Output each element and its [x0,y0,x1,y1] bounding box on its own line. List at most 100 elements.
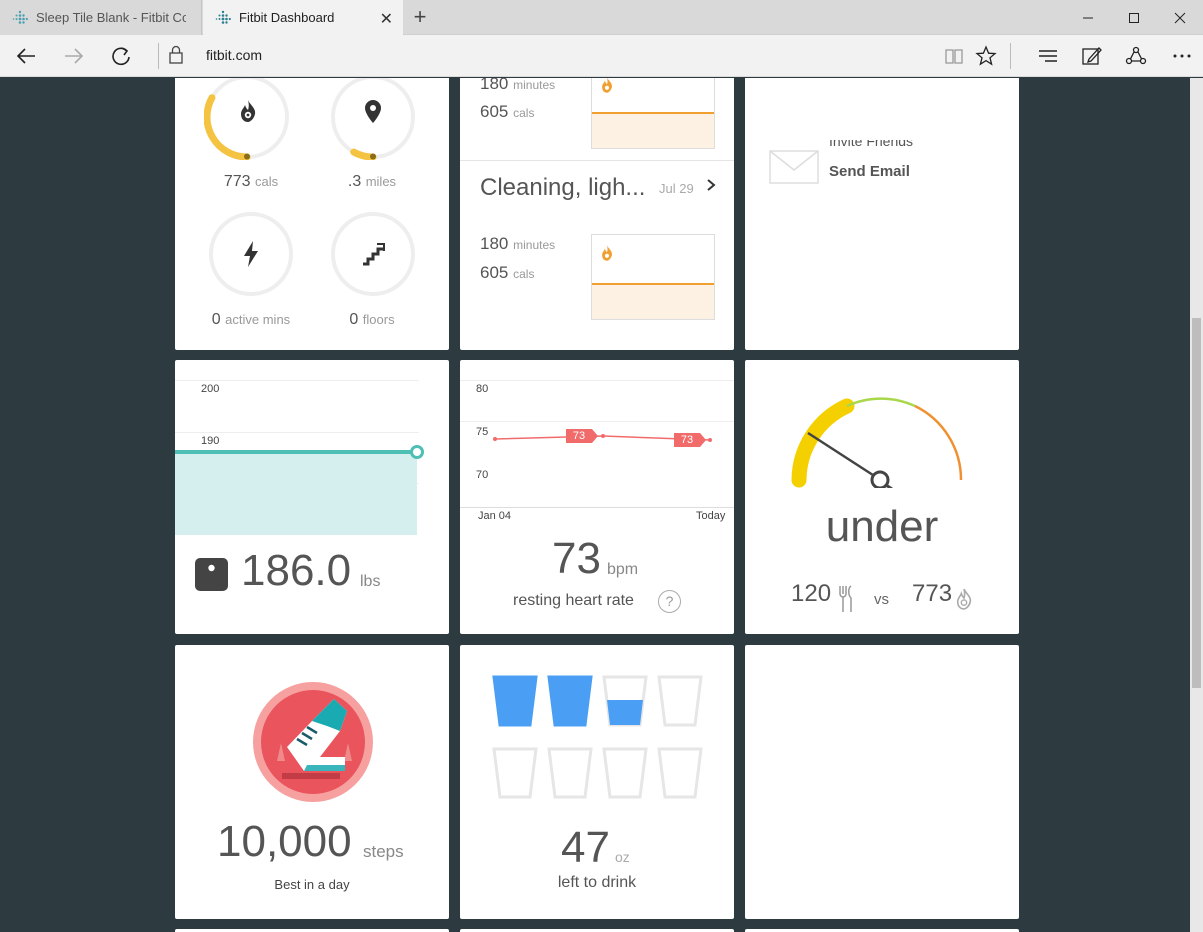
water-cup[interactable] [657,747,703,799]
send-email-link[interactable]: Send Email [829,163,910,180]
water-cup[interactable] [657,675,703,727]
back-button[interactable] [12,43,40,69]
tab-sleep-tile[interactable]: Sleep Tile Blank - Fitbit Com [0,0,202,35]
scrollbar-thumb[interactable] [1192,318,1201,688]
weight-point [410,445,424,459]
new-tab-button[interactable]: + [410,5,430,29]
url-field[interactable]: fitbit.com [206,47,262,63]
help-icon[interactable]: ? [658,590,681,613]
water-tile[interactable]: 47 oz left to drink [460,645,734,919]
calories-burned: 773 [912,580,953,607]
weight-tick: 200 [201,383,220,395]
water-unit: oz [615,849,630,865]
weight-tile[interactable]: 200 190 180 186.0 lbs [175,360,449,634]
tab-title: Sleep Tile Blank - Fitbit Com [36,10,186,25]
calories-balance-tile[interactable]: under 120 vs 773 [745,360,1019,634]
separator [1010,43,1011,69]
stairs-icon [361,242,387,273]
heart-point-label: 73 [572,430,586,442]
fitbit-favicon-icon [215,10,231,26]
resting-heart-rate-label: resting heart rate [513,592,634,609]
share-icon[interactable] [1122,43,1150,69]
empty-tile[interactable] [745,645,1019,919]
tab-fitbit-dashboard[interactable]: Fitbit Dashboard ✕ [203,0,403,35]
flame-icon [600,244,614,267]
tab-bar: Sleep Tile Blank - Fitbit Com Fitbit Das… [0,0,1203,35]
heart-x-start: Jan 04 [478,510,512,522]
active-mins-value: 0 active mins [211,311,291,328]
fork-knife-icon [838,585,854,618]
web-note-icon[interactable] [1078,43,1106,69]
lock-icon [168,45,184,70]
lightning-icon [241,240,261,273]
heart-rate-tile[interactable]: 80 75 70 73 73 Jan 04 Today 73 bpm resti… [460,360,734,634]
water-cup[interactable] [492,675,538,727]
exercise-tile[interactable]: 180 minutes 605 cals Cleaning, ligh... J… [460,78,734,350]
weight-area [175,452,417,535]
minimize-button[interactable] [1065,0,1111,35]
calories-value: 773 cals [223,173,279,190]
exercise-date: Jul 29 [659,181,694,196]
water-cup[interactable] [547,747,593,799]
scale-icon [195,558,228,596]
chevron-right-icon[interactable] [706,176,716,197]
floors-value: 0 floors [349,311,395,328]
maximize-button[interactable] [1111,0,1157,35]
address-bar: fitbit.com [0,35,1203,77]
heart-point-label: 73 [680,434,694,446]
heart-x-end: Today [696,510,726,522]
gridline [175,432,419,433]
weight-line [175,450,417,454]
flame-icon [955,588,973,615]
water-cup[interactable] [602,747,648,799]
water-cup[interactable] [492,747,538,799]
reading-view-icon[interactable] [940,43,968,69]
gridline [175,380,419,381]
dashboard: 773 cals .3 miles 0 active mins 0 floors… [0,78,1190,932]
sneaker-badge-icon [253,682,373,802]
fitbit-favicon-icon [12,10,28,26]
exercise-chart [591,78,715,149]
water-value: 47 [561,823,610,872]
flame-icon [600,78,614,99]
water-label: left to drink [557,874,637,891]
email-envelope-icon [769,150,819,189]
close-tab-icon[interactable]: ✕ [380,9,393,29]
exercise-minutes: 180 minutes [480,78,556,93]
vs-label: vs [874,591,889,608]
invite-friends-label: Invite Friends [829,140,914,149]
weight-tick: 190 [201,435,220,447]
heart-bpm-value: 73 [552,534,601,583]
weight-unit: lbs [360,573,381,590]
exercise-title[interactable]: Cleaning, ligh... [480,174,645,202]
divider [460,160,734,161]
close-window-button[interactable] [1157,0,1203,35]
calorie-status: under [825,502,939,551]
badge-value: 10,000 [217,817,352,866]
exercise-chart [591,234,715,320]
refresh-button[interactable] [107,43,135,69]
friends-tile[interactable]: Invite Friends Send Email [745,78,1019,350]
flame-icon [238,99,258,128]
location-pin-icon [363,99,383,130]
daily-stats-tile[interactable]: 773 cals .3 miles 0 active mins 0 floors [175,78,449,350]
page-scrollbar[interactable] [1190,78,1203,932]
badge-unit: steps [363,842,404,861]
water-cup[interactable] [602,675,648,727]
badge-label: Best in a day [274,877,350,892]
distance-value: .3 miles [347,173,397,190]
separator [158,43,159,69]
exercise-calories: 605 cals [480,263,535,282]
calories-eaten: 120 [791,580,832,607]
exercise-calories: 605 cals [480,102,535,121]
favorite-star-icon[interactable] [972,43,1000,69]
more-icon[interactable] [1168,43,1196,69]
heart-bpm-unit: bpm [607,561,639,578]
hub-icon[interactable] [1034,43,1062,69]
calorie-gauge [791,397,963,488]
forward-button[interactable] [60,43,88,69]
exercise-minutes: 180 minutes [480,234,556,253]
water-cup[interactable] [547,675,593,727]
weight-value: 186.0 [241,546,352,595]
badge-tile[interactable]: 10,000 steps Best in a day [175,645,449,919]
